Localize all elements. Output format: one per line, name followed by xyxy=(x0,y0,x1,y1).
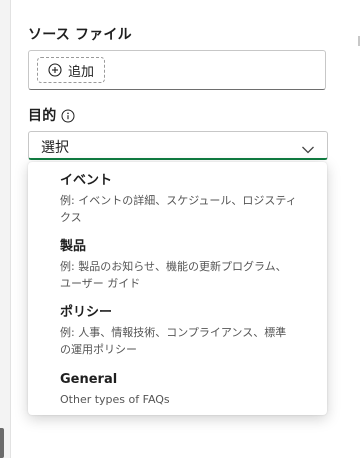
option-description: 例: 人事、情報技術、コンプライアンス、標準 の運用ポリシー xyxy=(60,324,313,358)
purpose-option-event[interactable]: イベント 例: イベントの詳細、スケジュール、ロジスティ クス xyxy=(28,172,327,226)
option-description-line: 例: 人事、情報技術、コンプライアンス、標準 xyxy=(60,326,287,339)
purpose-label: 目的 xyxy=(28,108,57,124)
option-title: イベント xyxy=(60,173,113,188)
option-title: 製品 xyxy=(60,239,87,254)
add-button-label: 追加 xyxy=(68,64,95,80)
purpose-select[interactable]: 選択 xyxy=(28,131,328,160)
purpose-option-policy[interactable]: ポリシー 例: 人事、情報技術、コンプライアンス、標準 の運用ポリシー xyxy=(28,304,327,358)
option-description: Other types of FAQs xyxy=(60,391,313,408)
add-circle-icon xyxy=(48,63,62,77)
purpose-select-value: 選択 xyxy=(41,140,69,156)
adjacent-panel-edge xyxy=(347,0,362,458)
option-description-line: の運用ポリシー xyxy=(60,343,137,356)
option-description-line: クス xyxy=(60,211,82,224)
purpose-option-product[interactable]: 製品 例: 製品のお知らせ、機能の更新プログラム、 ユーザー ガイド xyxy=(28,238,327,292)
option-description-line: Other types of FAQs xyxy=(60,393,170,406)
option-description-line: 例: イベントの詳細、スケジュール、ロジスティ xyxy=(60,194,297,207)
option-title: ポリシー xyxy=(60,305,113,320)
source-files-dropzone[interactable]: 追加 xyxy=(28,50,326,90)
left-edge-handle xyxy=(0,428,4,458)
info-icon[interactable] xyxy=(61,108,75,123)
option-description: 例: イベントの詳細、スケジュール、ロジスティ クス xyxy=(60,192,313,226)
option-description-line: 例: 製品のお知らせ、機能の更新プログラム、 xyxy=(60,260,287,273)
chevron-down-icon xyxy=(301,140,315,154)
adjacent-panel-mark xyxy=(358,36,360,46)
purpose-option-general[interactable]: General Other types of FAQs xyxy=(28,371,327,408)
purpose-dropdown-menu: イベント 例: イベントの詳細、スケジュール、ロジスティ クス 製品 例: 製品… xyxy=(28,162,327,415)
option-description: 例: 製品のお知らせ、機能の更新プログラム、 ユーザー ガイド xyxy=(60,258,313,292)
source-files-label: ソース ファイル xyxy=(28,27,132,43)
option-description-line: ユーザー ガイド xyxy=(60,277,141,290)
add-source-file-button[interactable]: 追加 xyxy=(37,57,106,83)
option-title: General xyxy=(60,372,118,387)
